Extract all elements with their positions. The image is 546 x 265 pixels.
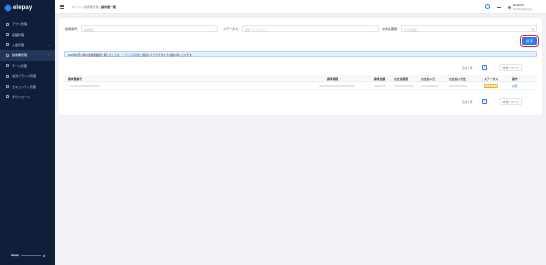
- invoice-no-input[interactable]: 請求番号 ⌕: [81, 24, 218, 32]
- status-label: ステータス：: [223, 27, 242, 31]
- due-date-label: お支払期限：: [382, 27, 401, 31]
- pagination-top: 合計 1 件 ‹ 1 › 20 件 / ページ: [462, 64, 522, 71]
- logo-text: elepay: [13, 5, 33, 11]
- col-invoice-no: 請求書番号: [68, 77, 82, 81]
- col-action: 操作: [512, 77, 518, 81]
- chevron-down-icon: ⌄: [373, 27, 376, 31]
- sidebar-item-security[interactable]: セキュリティ管理: [0, 81, 55, 91]
- user-company: ELEPAY株式会社: [513, 8, 533, 11]
- next-page-icon[interactable]: ›: [490, 66, 491, 69]
- sidebar-item-apps[interactable]: アプリ管理: [0, 19, 55, 29]
- col-paid-date: お支払い日: [421, 77, 435, 81]
- status-placeholder: 選択してください: [245, 28, 266, 32]
- sidebar-item-label: アプリ管理: [12, 22, 28, 27]
- sidebar-item-team[interactable]: チーム管理: [0, 61, 55, 71]
- cell-paid-date: [421, 85, 439, 87]
- deposit-icon: [6, 43, 9, 47]
- col-payment-method: お支払い方法: [449, 77, 466, 81]
- page-number[interactable]: 1: [481, 99, 487, 104]
- sidebar-footer: elepay: [11, 254, 45, 257]
- page-size-select[interactable]: 20 件 / ページ: [499, 98, 522, 105]
- apps-icon: [6, 22, 9, 26]
- notice-link[interactable]: こちらの画面: [122, 54, 138, 57]
- status-select[interactable]: 選択してください ⌄: [242, 24, 379, 32]
- user-avatar-icon[interactable]: [508, 5, 511, 9]
- next-page-icon[interactable]: ›: [490, 100, 491, 103]
- due-date-placeholder: 日付を選択: [404, 28, 417, 32]
- breadcrumb-invoices[interactable]: 請求書管理: [83, 5, 98, 9]
- footer-text-placeholder: [20, 254, 41, 257]
- breadcrumb-home[interactable]: ホーム: [72, 5, 81, 9]
- download-icon[interactable]: [497, 4, 501, 8]
- table-row: お支払待ち 詳細: [64, 82, 537, 90]
- pagination-total: 合計 1 件: [462, 100, 473, 104]
- invoice-list-panel: 請求番号： 請求番号 ⌕ ステータス： 選択してください ⌄ お支払期限： 日付…: [59, 18, 542, 115]
- prev-page-icon[interactable]: ‹: [478, 100, 479, 103]
- menu-toggle-icon[interactable]: [60, 4, 64, 9]
- breadcrumb-current: 請求書一覧: [101, 5, 117, 9]
- prev-page-icon[interactable]: ‹: [478, 66, 479, 69]
- detail-link[interactable]: 詳細: [512, 84, 517, 88]
- status-badge: お支払待ち: [484, 83, 498, 88]
- search-button[interactable]: 検 索: [520, 35, 539, 47]
- cell-invoice-no: [70, 85, 100, 87]
- page-number[interactable]: 1: [481, 65, 487, 70]
- cell-amount: [374, 85, 386, 87]
- invoice-no-label: 請求番号：: [65, 27, 81, 31]
- help-icon[interactable]: [485, 4, 490, 9]
- page-size-select[interactable]: 20 件 / ページ: [499, 64, 522, 71]
- sidebar-item-invoices[interactable]: 請求書管理 ⌃: [0, 50, 55, 61]
- footer-icon: [42, 254, 45, 257]
- sidebar-item-label: 請求書管理: [12, 53, 28, 58]
- chevron-down-icon: ⌄: [47, 43, 50, 48]
- invoice-icon: [6, 53, 9, 57]
- search-icon: ⌕: [213, 27, 215, 31]
- sidebar-item-label: 入金管理: [12, 42, 25, 47]
- chevron-up-icon: ⌃: [47, 53, 50, 58]
- sidebar-item-label: チーム管理: [12, 63, 27, 68]
- sidebar-item-label: セキュリティ管理: [12, 84, 36, 89]
- pagination-bottom: 合計 1 件 ‹ 1 › 20 件 / ページ: [462, 98, 522, 105]
- logo[interactable]: elepay: [3, 3, 33, 13]
- breadcrumb: ホーム / 請求書管理 / 請求書一覧: [72, 5, 116, 9]
- team-icon: [6, 64, 9, 68]
- footer-brand: elepay: [11, 254, 19, 257]
- sidebar-item-download[interactable]: ダウンロード: [0, 92, 55, 102]
- brand-icon: [6, 74, 9, 78]
- shield-icon: [6, 85, 9, 89]
- col-amount: 請求金額: [374, 77, 386, 81]
- pagination-total: 合計 1 件: [462, 66, 473, 70]
- sidebar: elepay アプリ管理 店舗管理 入金管理 ⌄ 請求書管理 ⌃ チーム管理 決…: [0, 0, 55, 265]
- top-header: ホーム / 請求書管理 / 請求書一覧 ELEPAY ELEPAY株式会社: [55, 0, 546, 14]
- notice-banner: 2025年4月以降の請求書履歴に関しましては、こちらの画面をご確認いただけますよ…: [64, 51, 537, 57]
- logo-mark-icon: [3, 3, 13, 13]
- col-due-date: お支払期限: [394, 77, 408, 81]
- col-status: ステータス: [484, 77, 498, 81]
- sidebar-item-label: 店舗管理: [12, 32, 25, 37]
- sidebar-item-brands[interactable]: 決済ブランド管理: [0, 71, 55, 81]
- sidebar-item-stores[interactable]: 店舗管理: [0, 29, 55, 39]
- download-icon: [6, 95, 9, 99]
- invoice-no-placeholder: 請求番号: [84, 28, 95, 32]
- calendar-icon: ▦: [531, 27, 534, 31]
- cell-payment-method: [449, 85, 467, 87]
- sidebar-item-label: ダウンロード: [12, 94, 31, 99]
- col-period: 請求期間: [327, 77, 339, 81]
- table-header: 請求書番号 請求期間 請求金額 お支払期限 お支払い日 お支払い方法 ステータス…: [64, 75, 537, 82]
- sidebar-nav: アプリ管理 店舗管理 入金管理 ⌄ 請求書管理 ⌃ チーム管理 決済ブランド管理…: [0, 19, 55, 102]
- store-icon: [6, 33, 9, 37]
- due-date-picker[interactable]: 日付を選択 ▦: [401, 24, 537, 32]
- sidebar-item-label: 決済ブランド管理: [12, 74, 37, 79]
- notice-text: 2025年4月以降の請求書履歴に関しましては、こちらの画面をご確認いただけますよ…: [68, 54, 195, 58]
- cell-period: [319, 85, 355, 87]
- cell-due-date: [394, 85, 414, 87]
- sidebar-item-deposits[interactable]: 入金管理 ⌄: [0, 40, 55, 50]
